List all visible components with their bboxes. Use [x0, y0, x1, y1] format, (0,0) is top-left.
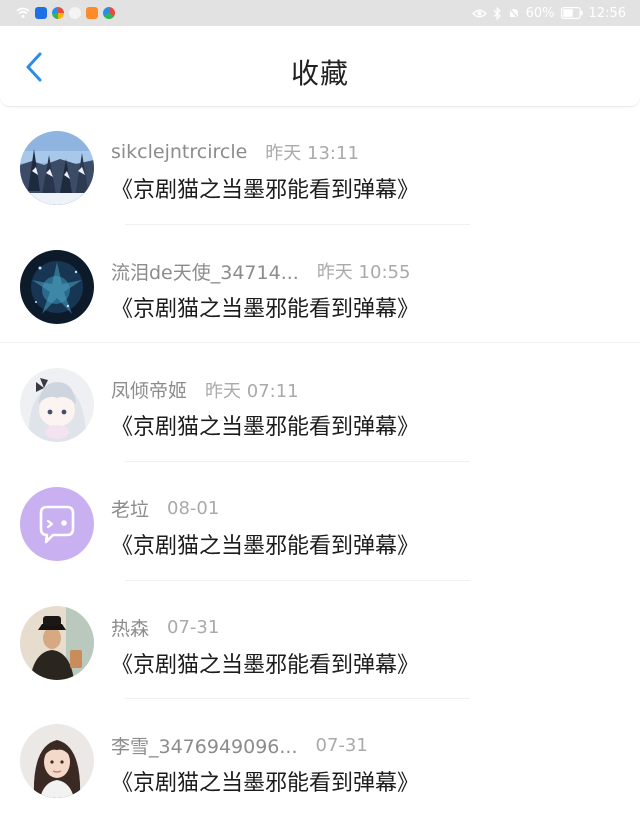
user-name[interactable]: 流泪de天使_34714... [111, 258, 299, 285]
default-chat-avatar[interactable] [20, 487, 94, 562]
eye-icon [471, 9, 487, 17]
app-notification-icon-4 [86, 7, 98, 19]
bluetooth-icon [493, 6, 501, 20]
timestamp: 07-31 [167, 616, 220, 638]
list-item[interactable]: 热森 07-31 《京剧猫之当墨邪能看到弹幕》 [0, 581, 640, 700]
app-notification-icon-5 [103, 7, 115, 19]
item-meta: sikclejntrcircle 昨天 13:11 [111, 139, 359, 165]
list-item[interactable]: 老垃 08-01 《京剧猫之当墨邪能看到弹幕》 [0, 462, 640, 581]
portrait-girl-avatar[interactable] [20, 724, 94, 799]
item-title[interactable]: 《京剧猫之当墨邪能看到弹幕》 [111, 172, 419, 204]
dark-galaxy-avatar[interactable] [20, 249, 94, 324]
favorites-list: sikclejntrcircle 昨天 13:11 《京剧猫之当墨邪能看到弹幕》… [0, 106, 640, 818]
clock: 12:56 [588, 5, 626, 21]
mute-bell-icon [508, 6, 520, 20]
list-item[interactable]: sikclejntrcircle 昨天 13:11 《京剧猫之当墨邪能看到弹幕》 [0, 106, 640, 225]
item-meta: 老垃 08-01 [111, 495, 219, 522]
app-notification-icon-1 [35, 7, 47, 19]
item-meta: 李雪_3476949096... 07-31 [111, 732, 368, 759]
user-name[interactable]: 李雪_3476949096... [111, 732, 298, 759]
item-title[interactable]: 《京剧猫之当墨邪能看到弹幕》 [111, 291, 419, 323]
status-bar-right: 60% 12:56 [471, 5, 640, 21]
app-notification-icon-3 [69, 7, 81, 19]
person-hat-avatar[interactable] [20, 605, 94, 680]
list-item[interactable]: 流泪de天使_34714... 昨天 10:55 《京剧猫之当墨邪能看到弹幕》 [0, 225, 640, 344]
list-item[interactable]: 李雪_3476949096... 07-31 《京剧猫之当墨邪能看到弹幕》 [0, 699, 640, 818]
timestamp: 昨天 07:11 [205, 380, 299, 402]
wifi-icon [16, 7, 30, 18]
app-notification-icon-2 [52, 7, 64, 19]
item-meta: 凤倾帝姬 昨天 07:11 [111, 376, 299, 403]
item-title[interactable]: 《京剧猫之当墨邪能看到弹幕》 [111, 409, 419, 441]
user-name[interactable]: 凤倾帝姬 [111, 376, 187, 403]
top-nav-bar: 收藏 [0, 26, 640, 107]
user-name[interactable]: 老垃 [111, 495, 149, 522]
item-meta: 流泪de天使_34714... 昨天 10:55 [111, 258, 410, 285]
timestamp: 昨天 13:11 [265, 143, 359, 164]
list-item[interactable]: 凤倾帝姬 昨天 07:11 《京剧猫之当墨邪能看到弹幕》 [0, 343, 640, 463]
anime-girl-avatar[interactable] [20, 368, 94, 443]
user-name[interactable]: sikclejntrcircle [111, 141, 247, 163]
user-name[interactable]: 热森 [111, 614, 149, 641]
item-title[interactable]: 《京剧猫之当墨邪能看到弹幕》 [111, 647, 419, 679]
page-title: 收藏 [290, 57, 349, 90]
timestamp: 08-01 [167, 498, 220, 520]
timestamp: 07-31 [315, 735, 368, 757]
item-title[interactable]: 《京剧猫之当墨邪能看到弹幕》 [111, 528, 419, 560]
timestamp: 昨天 10:55 [316, 262, 411, 284]
item-meta: 热森 07-31 [111, 614, 219, 641]
item-title[interactable]: 《京剧猫之当墨邪能看到弹幕》 [111, 765, 419, 797]
battery-icon [560, 7, 583, 19]
status-bar-left [0, 7, 115, 19]
status-bar: 60% 12:56 [0, 0, 640, 26]
winter-forest-avatar[interactable] [20, 131, 94, 205]
battery-percent: 60% [525, 5, 555, 21]
